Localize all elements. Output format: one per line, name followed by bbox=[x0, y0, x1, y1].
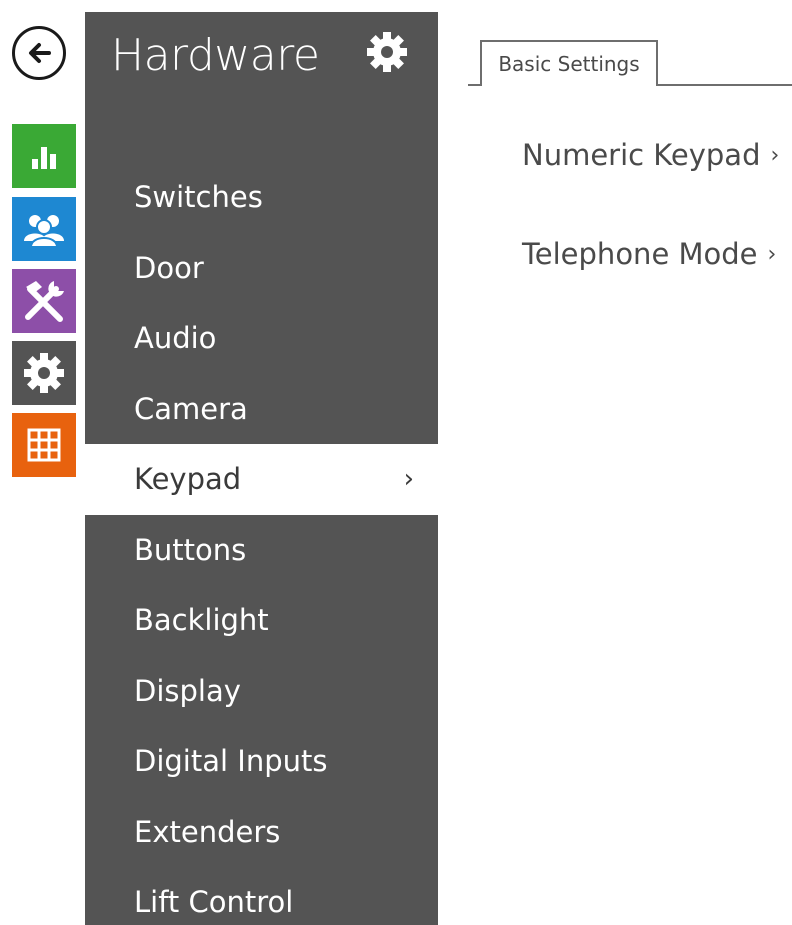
back-arrow-icon bbox=[29, 43, 51, 63]
menu-item-switches[interactable]: Switches bbox=[85, 162, 438, 233]
users-icon bbox=[24, 215, 64, 248]
menu-item-display[interactable]: Display bbox=[85, 656, 438, 727]
menu-item-buttons[interactable]: Buttons bbox=[85, 515, 438, 586]
menu-item-label: Camera bbox=[134, 391, 248, 426]
menu-title: Hardware bbox=[111, 30, 320, 81]
back-button[interactable] bbox=[12, 26, 66, 80]
gear-icon bbox=[24, 353, 64, 393]
status-nav-button[interactable] bbox=[12, 124, 76, 188]
chevron-right-icon: › bbox=[767, 242, 777, 267]
menu-item-label: Extenders bbox=[134, 814, 281, 849]
menu-item-camera[interactable]: Camera bbox=[85, 374, 438, 445]
system-nav-button[interactable] bbox=[12, 413, 76, 477]
tab-basic-settings[interactable]: Basic Settings bbox=[480, 40, 658, 86]
menu-item-label: Buttons bbox=[134, 532, 247, 567]
hardware-menu-panel: Hardware Switches Door Audio Camera Keyp… bbox=[85, 12, 438, 925]
numeric-keypad-link[interactable]: Numeric Keypad › bbox=[522, 138, 779, 172]
menu-item-lift-control[interactable]: Lift Control bbox=[85, 867, 438, 925]
menu-item-label: Audio bbox=[134, 321, 217, 356]
menu-item-label: Display bbox=[134, 673, 241, 708]
tools-icon bbox=[25, 281, 64, 322]
menu-item-keypad[interactable]: Keypad › bbox=[85, 444, 438, 515]
link-label: Telephone Mode bbox=[522, 237, 758, 271]
bar-chart-icon bbox=[32, 147, 56, 169]
grid-icon bbox=[27, 428, 61, 462]
hardware-nav-button[interactable] bbox=[12, 341, 76, 405]
settings-gear-button[interactable] bbox=[365, 30, 409, 74]
menu-item-label: Digital Inputs bbox=[134, 744, 328, 779]
menu-item-label: Lift Control bbox=[134, 885, 294, 920]
menu-item-extenders[interactable]: Extenders bbox=[85, 797, 438, 868]
gear-icon bbox=[367, 32, 407, 72]
menu-item-audio[interactable]: Audio bbox=[85, 303, 438, 374]
telephone-mode-link[interactable]: Telephone Mode › bbox=[522, 237, 776, 271]
menu-item-label: Keypad bbox=[134, 462, 242, 497]
chevron-right-icon: › bbox=[403, 464, 414, 495]
menu-item-label: Door bbox=[134, 250, 204, 285]
menu-item-backlight[interactable]: Backlight bbox=[85, 585, 438, 656]
directory-nav-button[interactable] bbox=[12, 197, 76, 261]
hardware-menu-list: Switches Door Audio Camera Keypad › Butt… bbox=[85, 162, 438, 925]
link-label: Numeric Keypad bbox=[522, 138, 761, 172]
menu-item-door[interactable]: Door bbox=[85, 233, 438, 304]
services-nav-button[interactable] bbox=[12, 269, 76, 333]
chevron-right-icon: › bbox=[770, 143, 780, 168]
menu-item-label: Backlight bbox=[134, 603, 269, 638]
menu-item-digital-inputs[interactable]: Digital Inputs bbox=[85, 726, 438, 797]
menu-item-label: Switches bbox=[134, 180, 263, 215]
